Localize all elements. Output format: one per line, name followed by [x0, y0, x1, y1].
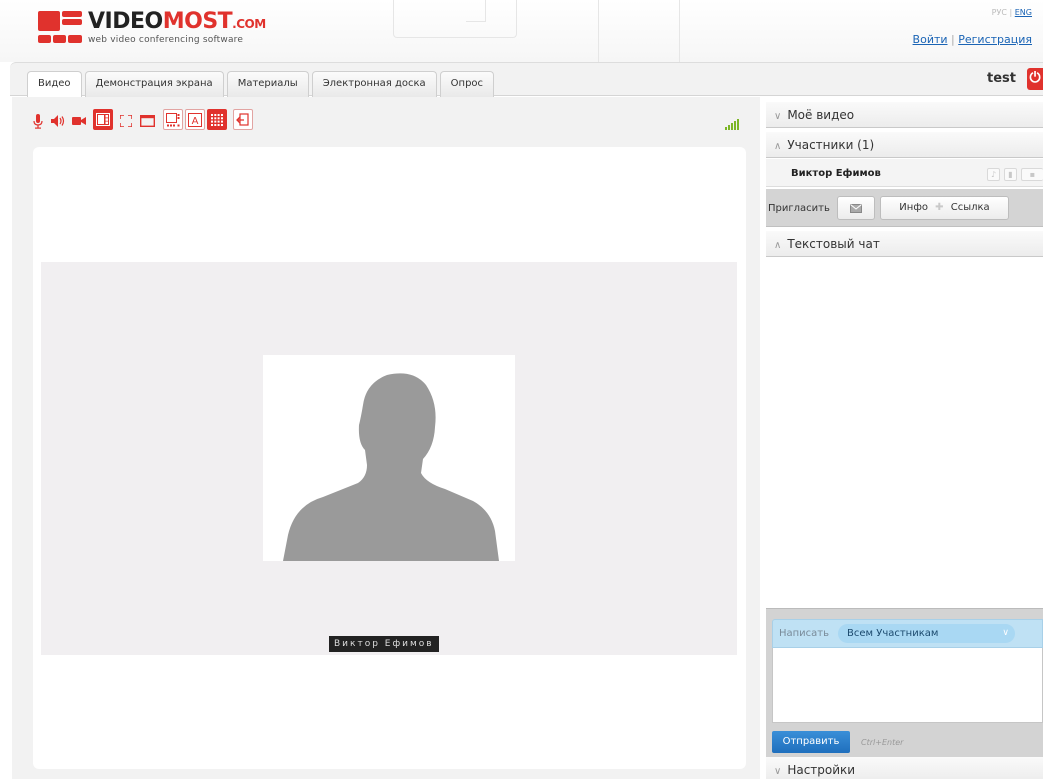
exit-icon[interactable]	[233, 109, 253, 130]
invite-toolbar: Пригласить Инфо ✚ Ссылка	[766, 189, 1043, 227]
link-label: Ссылка	[950, 202, 990, 213]
login-link[interactable]: Войти	[913, 33, 948, 46]
invite-email-button[interactable]	[837, 196, 875, 220]
video-participant-label: Виктор Ефимов	[329, 636, 439, 652]
video-panel: A Виктор Ефимов	[12, 97, 760, 779]
auth-links: Войти | Регистрация	[912, 33, 1032, 46]
mail-icon	[850, 204, 862, 213]
send-hotkey-hint: Ctrl+Enter	[861, 738, 904, 747]
app-header: VIDEOMOST.COM web video conferencing sof…	[0, 0, 1043, 62]
microphone-icon[interactable]: ♪	[987, 168, 1000, 181]
invite-info-link-button[interactable]: Инфо ✚ Ссылка	[880, 196, 1009, 220]
chevron-down-icon: ∨	[774, 111, 782, 122]
tab-list: Видео Демонстрация экрана Материалы Элек…	[27, 71, 497, 97]
header-decoration	[393, 0, 517, 38]
camera-icon[interactable]: ▪	[1021, 168, 1043, 181]
current-user-name: test	[987, 71, 1016, 86]
lang-en-link[interactable]: ENG	[1015, 8, 1032, 17]
layout-grid-small-icon[interactable]	[163, 109, 183, 130]
side-panel: ∨ Моё видео ∧ Участники (1) Виктор Ефимов …	[766, 102, 1043, 779]
send-button[interactable]: Отправить	[772, 731, 850, 753]
header-decoration	[466, 0, 486, 22]
camera-icon[interactable]	[71, 112, 87, 130]
signal-icon: ▮	[1004, 168, 1017, 181]
plus-icon: ✚	[935, 202, 944, 213]
layout-grid-large-icon[interactable]	[207, 109, 227, 130]
chevron-up-icon: ∧	[774, 141, 782, 152]
recipient-select[interactable]: Всем Участникам ∨	[838, 624, 1015, 643]
tab-video[interactable]: Видео	[27, 71, 82, 97]
compose-header: Написать Всем Участникам ∨	[772, 619, 1043, 648]
window-icon[interactable]	[139, 112, 155, 130]
participant-video[interactable]: Виктор Ефимов	[41, 262, 737, 655]
participant-name: Виктор Ефимов	[791, 168, 881, 179]
text-icon[interactable]: A	[185, 109, 205, 130]
layout-side-icon[interactable]	[93, 109, 113, 130]
chevron-down-icon: ∨	[774, 766, 782, 777]
tab-whiteboard[interactable]: Электронная доска	[311, 71, 437, 97]
compose-label: Написать	[779, 628, 830, 639]
tab-materials[interactable]: Материалы	[226, 71, 309, 97]
microphone-icon[interactable]	[30, 112, 46, 130]
header-decoration	[598, 0, 680, 62]
person-silhouette-icon	[283, 373, 499, 561]
settings-header[interactable]: ∨ Настройки	[766, 757, 1043, 779]
speaker-icon[interactable]	[50, 112, 66, 130]
info-label: Инфо	[899, 202, 928, 213]
avatar	[263, 355, 515, 561]
text-chat-header[interactable]: ∧ Текстовый чат	[766, 231, 1043, 257]
tab-poll[interactable]: Опрос	[439, 71, 495, 97]
logo-mark-icon	[38, 11, 82, 45]
chat-message-input[interactable]	[772, 648, 1043, 723]
power-icon[interactable]: ⏻	[1027, 68, 1043, 90]
tab-screen-share[interactable]: Демонстрация экрана	[84, 71, 224, 97]
lang-ru[interactable]: РУС	[992, 8, 1007, 17]
register-link[interactable]: Регистрация	[958, 33, 1032, 46]
language-switcher: РУС | ENG	[991, 8, 1032, 17]
chat-compose: Написать Всем Участникам ∨ Отправить Ctr…	[766, 608, 1043, 770]
logo-title: VIDEOMOST.COM	[88, 9, 266, 34]
chat-messages	[766, 258, 1043, 608]
list-item[interactable]: Виктор Ефимов ♪ ▮ ▪	[766, 159, 1043, 187]
signal-strength-icon	[725, 118, 739, 130]
logo-tagline: web video conferencing software	[88, 35, 244, 45]
chevron-up-icon: ∧	[774, 240, 782, 251]
fullscreen-icon[interactable]	[118, 112, 134, 130]
video-stage: Виктор Ефимов	[33, 147, 746, 769]
chevron-down-icon: ∨	[1002, 628, 1009, 638]
videomost-logo[interactable]: VIDEOMOST.COM web video conferencing sof…	[38, 11, 266, 45]
my-video-header[interactable]: ∨ Моё видео	[766, 102, 1043, 128]
invite-label: Пригласить	[768, 203, 830, 214]
tab-bar: Видео Демонстрация экрана Материалы Элек…	[10, 62, 1043, 97]
svg-text:A: A	[192, 116, 199, 127]
participants-header[interactable]: ∧ Участники (1)	[766, 132, 1043, 158]
